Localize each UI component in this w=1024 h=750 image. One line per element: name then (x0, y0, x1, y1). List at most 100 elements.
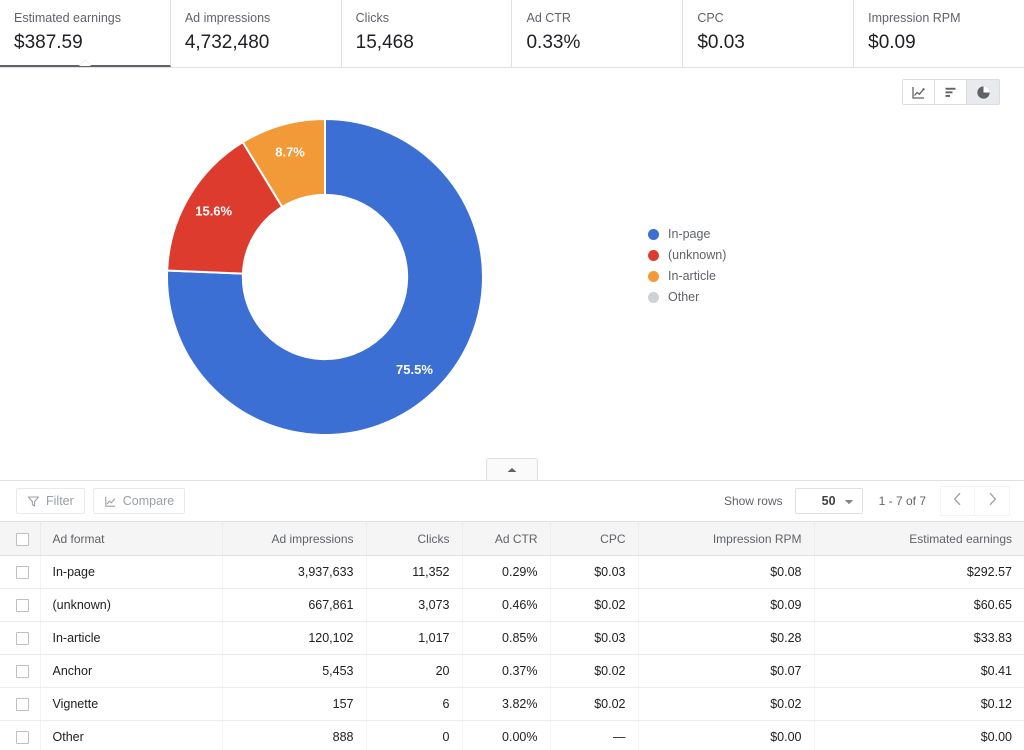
table-cell-cpc: $0.02 (550, 654, 639, 688)
bar-chart-icon (943, 85, 958, 100)
table-cell-format: (unknown) (40, 588, 223, 622)
metric-card-3[interactable]: Ad CTR 0.33% (512, 0, 684, 67)
metric-card-value: 15,468 (355, 32, 414, 53)
table-row[interactable]: In-article 120,102 1,017 0.85% $0.03 $0.28 $33… (0, 621, 1024, 655)
row-checkbox[interactable] (16, 632, 29, 646)
pagination-controls (940, 486, 1010, 516)
table-cell-earnings: $33.83 (814, 621, 1024, 655)
select-all-checkbox[interactable] (16, 532, 29, 546)
table-cell-clicks: 11,352 (366, 555, 463, 589)
chart-type-bar-button[interactable] (935, 80, 967, 104)
table-column-header-2[interactable]: Clicks (366, 521, 463, 556)
table-cell-format: In-article (40, 621, 223, 655)
row-checkbox[interactable] (16, 599, 29, 613)
filter-button-label: Filter (46, 494, 74, 508)
table-cell-clicks: 0 (366, 720, 463, 750)
table-cell-format: Anchor (40, 654, 223, 688)
table-cell-clicks: 3,073 (366, 588, 463, 622)
table-cell-earnings: $0.00 (814, 720, 1024, 750)
table-cell-clicks: 1,017 (366, 621, 463, 655)
table-cell-cpc: — (550, 720, 639, 750)
row-select-cell[interactable] (0, 621, 41, 655)
metric-card-value: 4,732,480 (184, 32, 270, 53)
table-row[interactable]: Anchor 5,453 20 0.37% $0.02 $0.07 $0.41 (0, 654, 1024, 688)
table-cell-rpm: $0.02 (638, 687, 815, 721)
metric-card-label: Impression RPM (868, 11, 961, 25)
legend-item-2[interactable]: In-article (648, 266, 726, 286)
table-cell-clicks: 6 (366, 687, 463, 721)
table-cell-impressions: 157 (222, 687, 367, 721)
row-checkbox[interactable] (16, 665, 29, 679)
table-column-header-0[interactable]: Ad format (40, 521, 223, 556)
table-cell-ctr: 0.37% (462, 654, 551, 688)
legend-color-swatch (648, 270, 659, 282)
table-row[interactable]: Vignette 157 6 3.82% $0.02 $0.02 $0.12 (0, 687, 1024, 721)
table-cell-impressions: 120,102 (222, 621, 367, 655)
table-cell-rpm: $0.08 (638, 555, 815, 589)
row-checkbox[interactable] (16, 566, 29, 580)
table-toolbar: Filter Compare Show rows 50 1 - 7 of 7 (0, 481, 1024, 521)
metric-card-0[interactable]: Estimated earnings $387.59 (0, 0, 171, 67)
row-select-cell[interactable] (0, 588, 41, 622)
row-select-cell[interactable] (0, 654, 41, 688)
table-cell-impressions: 3,937,633 (222, 555, 367, 589)
legend-color-swatch (648, 291, 659, 303)
table-cell-clicks: 20 (366, 654, 463, 688)
line-chart-icon (911, 85, 926, 100)
table-column-header-6[interactable]: Estimated earnings (814, 521, 1024, 556)
table-column-header-1[interactable]: Ad impressions (222, 521, 367, 556)
table-row[interactable]: Other 888 0 0.00% — $0.00 $0.00 (0, 720, 1024, 750)
table-cell-earnings: $292.57 (814, 555, 1024, 589)
legend-item-3[interactable]: Other (648, 287, 726, 307)
metric-card-4[interactable]: CPC $0.03 (683, 0, 855, 67)
panel-collapse-strip (0, 458, 1024, 480)
table-cell-cpc: $0.02 (550, 687, 639, 721)
donut-chart[interactable]: 75.5% 15.6% 8.7% (160, 112, 490, 442)
table-cell-cpc: $0.03 (550, 555, 639, 589)
collapse-chart-button[interactable] (486, 458, 538, 480)
table-cell-rpm: $0.09 (638, 588, 815, 622)
chevron-left-icon (953, 492, 962, 511)
chart-type-toggle-group[interactable] (902, 79, 1000, 105)
row-select-cell[interactable] (0, 555, 41, 589)
filter-button[interactable]: Filter (16, 488, 85, 514)
row-checkbox[interactable] (16, 731, 29, 745)
table-cell-impressions: 888 (222, 720, 367, 750)
table-header: Ad format Ad impressions Clicks Ad CTR CPC Im… (0, 521, 1024, 556)
metric-card-label: Ad CTR (526, 11, 571, 25)
table-row[interactable]: (unknown) 667,861 3,073 0.46% $0.02 $0.09 $60.… (0, 588, 1024, 622)
rows-per-page-select[interactable]: 50 (794, 488, 863, 514)
table-cell-format: In-page (40, 555, 223, 589)
chart-type-pie-button[interactable] (967, 80, 999, 104)
metric-card-label: Clicks (355, 11, 389, 25)
table-cell-ctr: 0.29% (462, 555, 551, 589)
metric-card-label: CPC (697, 11, 724, 25)
metric-card-value: $0.09 (868, 32, 916, 53)
table-cell-ctr: 0.85% (462, 621, 551, 655)
table-cell-earnings: $0.12 (814, 687, 1024, 721)
table-cell-rpm: $0.28 (638, 621, 815, 655)
legend-item-label: Other (668, 290, 700, 304)
table-row[interactable]: In-page 3,937,633 11,352 0.29% $0.03 $0.08 $29… (0, 555, 1024, 589)
donut-slice-label-0: 75.5% (396, 362, 433, 377)
metric-card-5[interactable]: Impression RPM $0.09 (854, 0, 1024, 67)
legend-item-0[interactable]: In-page (648, 224, 726, 244)
metric-card-1[interactable]: Ad impressions 4,732,480 (170, 0, 342, 67)
table-column-header-4[interactable]: CPC (550, 521, 639, 556)
table-cell-impressions: 667,861 (222, 588, 367, 622)
donut-slice-label-2: 8.7% (275, 145, 305, 160)
legend-item-1[interactable]: (unknown) (648, 245, 726, 265)
table-column-header-5[interactable]: Impression RPM (638, 521, 815, 556)
table-cell-rpm: $0.00 (638, 720, 815, 750)
select-all-header[interactable] (0, 521, 41, 556)
row-select-cell[interactable] (0, 720, 41, 750)
next-page-button[interactable] (975, 487, 1009, 515)
metric-card-2[interactable]: Clicks 15,468 (341, 0, 513, 67)
previous-page-button[interactable] (941, 487, 975, 515)
compare-button[interactable]: Compare (92, 488, 186, 514)
chart-type-line-button[interactable] (903, 80, 935, 104)
table-column-header-3[interactable]: Ad CTR (462, 521, 551, 556)
show-rows-label: Show rows (723, 494, 783, 508)
row-checkbox[interactable] (16, 698, 29, 712)
row-select-cell[interactable] (0, 687, 41, 721)
